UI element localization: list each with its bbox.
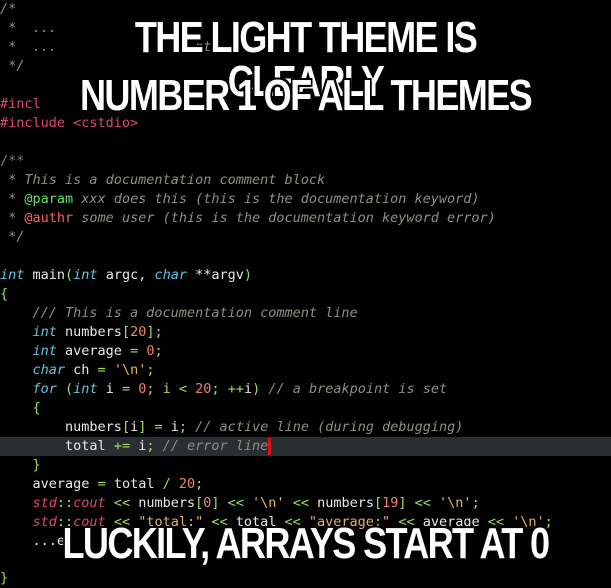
doc-keyword-error: @authr <box>24 210 74 226</box>
text-caret <box>268 437 272 455</box>
code-line: } <box>0 570 9 586</box>
active-code-line: total += i; // error line <box>0 437 611 456</box>
code-line: * @param xxx does this (this is the docu… <box>0 191 480 207</box>
code-line: char ch = '\n'; <box>32 362 155 378</box>
code-line: int main(int argc, char **argv) <box>0 267 253 283</box>
code-line: */ <box>0 229 25 245</box>
code-line: std::cout << numbers[0] << '\n' << numbe… <box>32 495 480 511</box>
meme-bottom-caption: LUCKILY, ARRAYS START AT 0 <box>62 519 551 568</box>
code-line: int average = 0; <box>32 343 163 359</box>
code-line: * @authr some user (this is the document… <box>0 210 496 226</box>
meme-top-caption-line-2: NUMBER 1 OF ALL THEMES <box>79 71 533 120</box>
code-line: { <box>0 400 41 416</box>
code-line: { <box>0 286 9 302</box>
code-line: int numbers[20]; <box>32 324 163 340</box>
code-line: average = total / 20; <box>32 476 204 492</box>
code-line: numbers[i] = i; // active line (during d… <box>65 419 464 435</box>
doc-keyword: @param <box>24 191 74 207</box>
code-line: for (int i = 0; i < 20; ++i) // a breakp… <box>32 381 448 397</box>
code-line: /** <box>0 153 25 169</box>
code-line: /// This is a documentation comment line <box>0 305 358 321</box>
code-line: * This is a documentation comment block <box>0 172 326 188</box>
code-line: } <box>0 457 41 473</box>
